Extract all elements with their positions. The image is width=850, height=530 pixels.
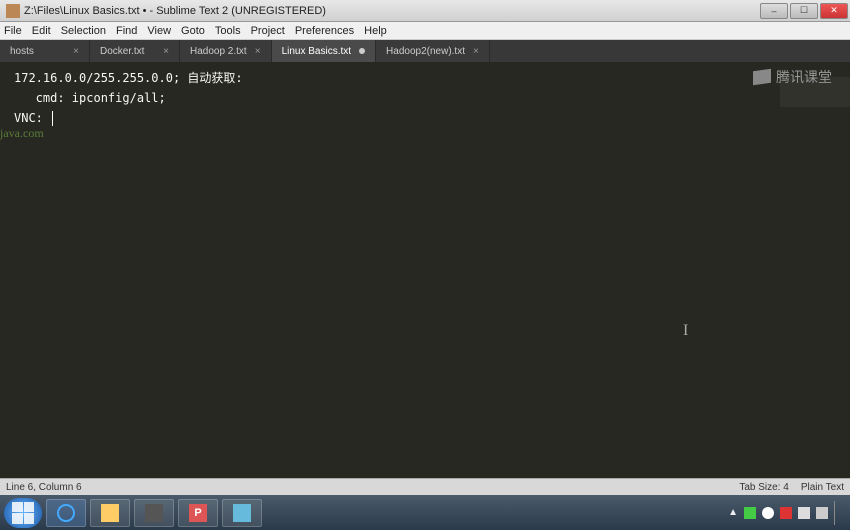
tabbar: hosts × Docker.txt × Hadoop 2.txt × Linux B… xyxy=(0,40,850,62)
tray-antivirus-icon[interactable] xyxy=(780,507,792,519)
taskbar-item-app[interactable] xyxy=(222,499,262,527)
menu-goto[interactable]: Goto xyxy=(181,25,205,37)
start-button[interactable] xyxy=(4,498,42,528)
text-cursor-icon xyxy=(52,111,53,126)
close-tab-icon[interactable]: × xyxy=(163,46,169,57)
taskbar-item-ie[interactable] xyxy=(46,499,86,527)
show-desktop-button[interactable] xyxy=(834,501,840,525)
tab-label: Hadoop2(new).txt xyxy=(386,46,465,57)
editor-area[interactable]: 172.16.0.0/255.255.0.0; 自动获取: cmd: ipcon… xyxy=(0,62,850,478)
menu-find[interactable]: Find xyxy=(116,25,137,37)
ie-icon xyxy=(57,504,75,522)
tab-hadoop2new[interactable]: Hadoop2(new).txt × xyxy=(376,40,490,62)
menu-tools[interactable]: Tools xyxy=(215,25,241,37)
close-tab-icon[interactable]: × xyxy=(73,46,79,57)
tab-label: Linux Basics.txt xyxy=(282,46,351,57)
code-line: 172.16.0.0/255.255.0.0; 自动获取: xyxy=(14,68,836,88)
window-title: Z:\Files\Linux Basics.txt • - Sublime Te… xyxy=(24,5,758,17)
ibeam-cursor-icon: I xyxy=(683,322,688,340)
taskbar-item-ppt[interactable]: P xyxy=(178,499,218,527)
code-line: VNC: xyxy=(14,108,836,128)
tab-label: Hadoop 2.txt xyxy=(190,46,247,57)
taskbar-item-explorer[interactable] xyxy=(90,499,130,527)
system-tray: ▲ xyxy=(728,501,846,525)
tab-label: hosts xyxy=(10,46,34,57)
app-icon xyxy=(233,504,251,522)
menu-help[interactable]: Help xyxy=(364,25,387,37)
tray-icon[interactable] xyxy=(762,507,774,519)
tray-network-icon[interactable] xyxy=(816,507,828,519)
windows-logo-icon xyxy=(12,502,34,524)
close-tab-icon[interactable]: × xyxy=(255,46,261,57)
minimize-button[interactable]: – xyxy=(760,3,788,19)
minimap[interactable] xyxy=(780,77,850,107)
close-tab-icon[interactable]: × xyxy=(473,46,479,57)
tab-size[interactable]: Tab Size: 4 xyxy=(739,482,788,493)
tray-icon[interactable] xyxy=(744,507,756,519)
tab-docker[interactable]: Docker.txt × xyxy=(90,40,180,62)
menu-file[interactable]: File xyxy=(4,25,22,37)
window-controls: – ☐ ✕ xyxy=(758,3,848,19)
tab-linux-basics[interactable]: Linux Basics.txt xyxy=(272,40,376,62)
watermark-left: java.com xyxy=(0,126,44,141)
menu-project[interactable]: Project xyxy=(251,25,285,37)
taskbar-item-sublime[interactable] xyxy=(134,499,174,527)
folder-icon xyxy=(101,504,119,522)
powerpoint-icon: P xyxy=(189,504,207,522)
sublime-icon xyxy=(145,504,163,522)
tab-hadoop2[interactable]: Hadoop 2.txt × xyxy=(180,40,272,62)
window-titlebar: Z:\Files\Linux Basics.txt • - Sublime Te… xyxy=(0,0,850,22)
menu-edit[interactable]: Edit xyxy=(32,25,51,37)
tray-expand-icon[interactable]: ▲ xyxy=(728,507,738,518)
menu-selection[interactable]: Selection xyxy=(61,25,106,37)
menubar: File Edit Selection Find View Goto Tools… xyxy=(0,22,850,40)
modified-dot-icon xyxy=(359,48,365,54)
cursor-position: Line 6, Column 6 xyxy=(6,482,82,493)
menu-view[interactable]: View xyxy=(147,25,171,37)
windows-taskbar: P ▲ xyxy=(0,495,850,530)
app-icon xyxy=(6,4,20,18)
tray-volume-icon[interactable] xyxy=(798,507,810,519)
cube-icon xyxy=(753,69,771,86)
tab-label: Docker.txt xyxy=(100,46,144,57)
syntax-mode[interactable]: Plain Text xyxy=(801,482,844,493)
menu-preferences[interactable]: Preferences xyxy=(295,25,354,37)
tab-hosts[interactable]: hosts × xyxy=(0,40,90,62)
statusbar: Line 6, Column 6 Tab Size: 4 Plain Text xyxy=(0,478,850,495)
close-button[interactable]: ✕ xyxy=(820,3,848,19)
code-line: cmd: ipconfig/all; xyxy=(14,88,836,108)
maximize-button[interactable]: ☐ xyxy=(790,3,818,19)
